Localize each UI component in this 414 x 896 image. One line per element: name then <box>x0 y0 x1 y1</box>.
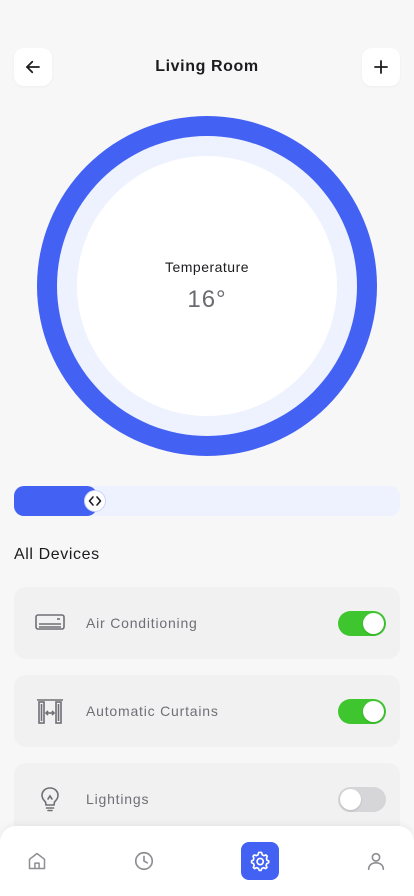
nav-profile[interactable] <box>357 842 395 880</box>
device-card-lightings[interactable]: Lightings <box>14 763 400 835</box>
device-toggle[interactable] <box>338 611 386 636</box>
chevrons-left-right-icon <box>88 496 102 506</box>
temperature-dial[interactable]: Temperature 16° <box>37 116 377 456</box>
header: Living Room <box>0 0 414 110</box>
curtains-icon <box>34 697 66 725</box>
device-card-automatic-curtains[interactable]: Automatic Curtains <box>14 675 400 747</box>
nav-history[interactable] <box>125 842 163 880</box>
device-name: Automatic Curtains <box>86 703 219 719</box>
slider-handle[interactable] <box>84 490 106 512</box>
clock-icon <box>134 851 154 871</box>
device-card-air-conditioning[interactable]: Air Conditioning <box>14 587 400 659</box>
nav-home[interactable] <box>18 842 56 880</box>
device-name: Air Conditioning <box>86 615 198 631</box>
gear-icon <box>250 851 270 872</box>
user-icon <box>367 852 385 871</box>
bottom-nav <box>0 826 414 896</box>
nav-settings[interactable] <box>241 842 279 880</box>
dial-label: Temperature <box>164 259 250 275</box>
device-toggle[interactable] <box>338 699 386 724</box>
toggle-knob <box>363 613 384 634</box>
plus-icon <box>374 60 388 74</box>
device-toggle[interactable] <box>338 787 386 812</box>
add-button[interactable] <box>362 48 400 86</box>
toggle-knob <box>340 789 361 810</box>
temperature-value: 16° <box>187 286 227 313</box>
air-conditioner-icon <box>34 609 66 637</box>
home-icon <box>28 852 46 870</box>
temperature-slider[interactable] <box>14 486 400 516</box>
lightbulb-icon <box>34 785 66 813</box>
page-title: Living Room <box>155 58 259 75</box>
device-name: Lightings <box>86 791 150 807</box>
toggle-knob <box>363 701 384 722</box>
section-title: All Devices <box>14 546 100 563</box>
